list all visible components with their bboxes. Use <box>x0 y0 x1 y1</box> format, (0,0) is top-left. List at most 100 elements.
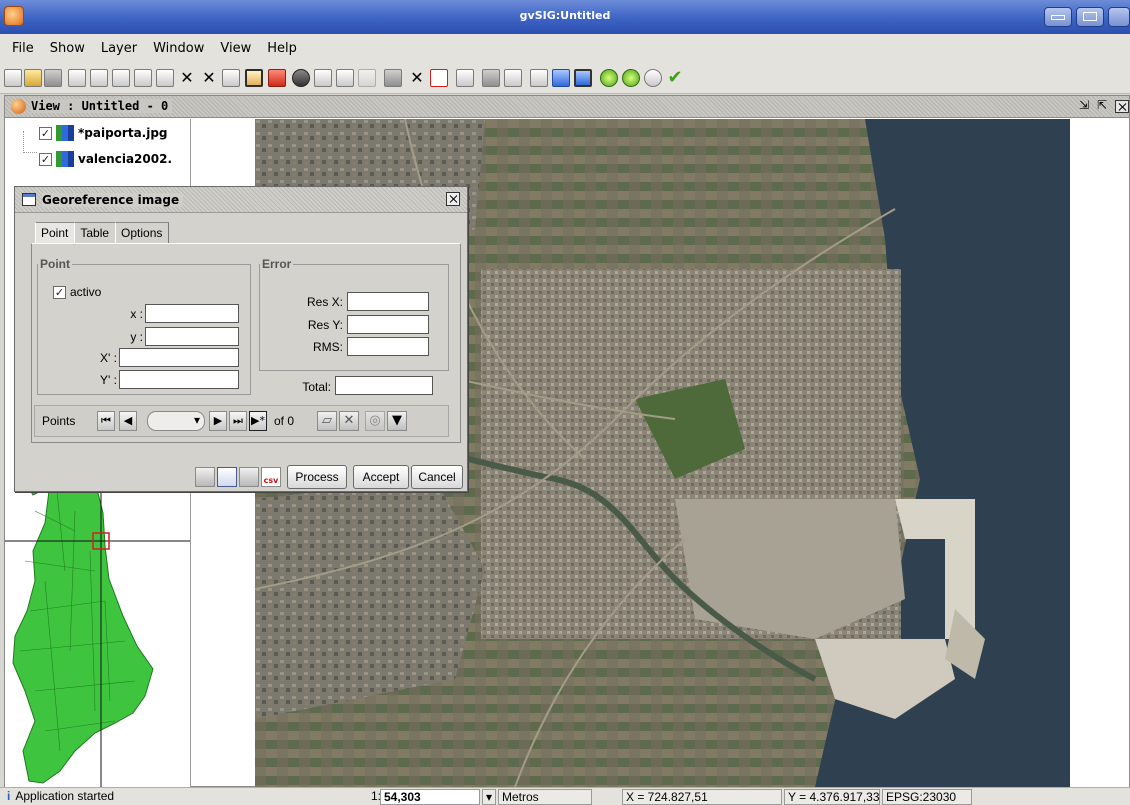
dialog-title: Georeference image <box>42 193 184 207</box>
new-project-icon[interactable] <box>4 69 22 87</box>
dialog-title-bar: Georeference image <box>15 187 467 213</box>
x-label: x : <box>130 307 143 321</box>
points-nav-bar: Points ⏮ ◀ ▶ ⏭ ▶* of 0 ▱ ✕ ◎ ▼ <box>34 405 449 437</box>
layout-icon[interactable] <box>574 69 592 87</box>
y-field[interactable] <box>145 327 239 346</box>
raster-layer-icon <box>56 151 74 167</box>
locator-icon[interactable] <box>456 69 474 87</box>
maximize-button[interactable] <box>1076 7 1104 27</box>
pan-icon[interactable] <box>245 69 263 87</box>
georef-icon[interactable] <box>358 69 376 87</box>
save-project-icon[interactable] <box>44 69 62 87</box>
print-icon[interactable] <box>552 69 570 87</box>
toolbar: ✕ ✕ ✕ ✔ <box>0 62 1130 94</box>
export-points-icon[interactable] <box>239 467 259 487</box>
layer-item[interactable]: ✓ *paiporta.jpg <box>39 123 168 143</box>
close-dialog-icon[interactable] <box>446 192 460 206</box>
menu-layer[interactable]: Layer <box>93 41 145 56</box>
title-bar: gvSIG:Untitled <box>0 0 1130 34</box>
open-project-icon[interactable] <box>24 69 42 87</box>
locator-map[interactable] <box>5 451 191 787</box>
full-extent-icon[interactable] <box>156 69 174 87</box>
zoom-select-icon[interactable]: ✕ <box>178 69 196 87</box>
y-prime-field[interactable] <box>119 370 239 389</box>
scale-input[interactable]: 54,303 <box>380 789 480 805</box>
select-icon[interactable] <box>268 69 286 87</box>
layer-name: *paiporta.jpg <box>78 126 168 140</box>
csv-export-icon[interactable]: csv <box>261 467 281 487</box>
zoom-previous-icon[interactable] <box>134 69 152 87</box>
menu-bar: File Show Layer Window View Help <box>0 34 1130 62</box>
load-points-icon[interactable] <box>217 467 237 487</box>
menu-window[interactable]: Window <box>145 41 212 56</box>
first-point-button[interactable]: ⏮ <box>97 411 115 431</box>
grid-icon[interactable] <box>504 69 522 87</box>
minimize-button[interactable] <box>1044 7 1072 27</box>
close-view-icon[interactable] <box>1115 100 1129 113</box>
menu-view[interactable]: View <box>212 41 259 56</box>
clear-icon[interactable]: ✕ <box>408 69 426 87</box>
x-prime-field[interactable] <box>119 348 239 367</box>
tab-point[interactable]: Point <box>35 222 76 244</box>
maximize-view-icon[interactable]: ⇱ <box>1097 98 1111 112</box>
rectangle-select-icon[interactable] <box>430 69 448 87</box>
point-selector[interactable] <box>147 411 205 431</box>
check-icon[interactable]: ✔ <box>666 69 684 87</box>
georeference-dialog: Georeference image Point Table Options P… <box>14 186 468 492</box>
layer-visible-checkbox[interactable]: ✓ <box>39 152 52 166</box>
next-point-button[interactable]: ▶ <box>209 411 227 431</box>
window-icon <box>22 193 36 206</box>
new-point-button[interactable]: ▶* <box>249 411 267 431</box>
view-title-bar: View : Untitled - 0 ⇲ ⇱ <box>5 96 1129 118</box>
layer-item[interactable]: ✓ valencia2002. <box>39 149 172 169</box>
x-field[interactable] <box>145 304 239 323</box>
scale-dropdown-icon[interactable]: ▾ <box>482 789 496 805</box>
zoom-layer-icon[interactable]: ✕ <box>200 69 218 87</box>
add-layer-icon[interactable] <box>68 69 86 87</box>
res-x-field[interactable] <box>347 292 429 311</box>
res-y-field[interactable] <box>347 315 429 334</box>
attribute-icon[interactable] <box>482 69 500 87</box>
save-points-icon[interactable] <box>195 467 215 487</box>
green-point-icon[interactable] <box>600 69 618 87</box>
units-field[interactable]: Metros <box>498 789 592 805</box>
zoom-back-icon[interactable] <box>222 69 240 87</box>
tab-table[interactable]: Table <box>74 222 117 244</box>
layer-visible-checkbox[interactable]: ✓ <box>39 126 52 140</box>
centered-point-icon[interactable]: ◎ <box>365 411 385 431</box>
menu-help[interactable]: Help <box>259 41 305 56</box>
last-point-button[interactable]: ⏭ <box>229 411 247 431</box>
process-button[interactable]: Process <box>287 465 347 489</box>
table-icon[interactable] <box>384 69 402 87</box>
cancel-button[interactable]: Cancel <box>411 465 463 489</box>
point-count: of 0 <box>274 414 295 428</box>
active-checkbox-row[interactable]: ✓ activo <box>53 285 101 299</box>
layer-name: valencia2002. <box>78 152 172 166</box>
menu-show[interactable]: Show <box>42 41 93 56</box>
zoom-in-icon[interactable] <box>90 69 108 87</box>
iconify-icon[interactable]: ⇲ <box>1079 98 1093 112</box>
measure-area-icon[interactable] <box>336 69 354 87</box>
close-window-button[interactable] <box>1108 7 1130 27</box>
search-icon[interactable] <box>644 69 662 87</box>
measure-distance-icon[interactable] <box>314 69 332 87</box>
tab-options[interactable]: Options <box>115 222 170 244</box>
res-x-label: Res X: <box>306 295 343 309</box>
accept-button[interactable]: Accept <box>353 465 409 489</box>
rms-field[interactable] <box>347 337 429 356</box>
window-title: gvSIG:Untitled <box>519 9 611 22</box>
total-field[interactable] <box>335 376 433 395</box>
points-label: Points <box>42 414 76 428</box>
y-coordinate: Y = 4.376.917,33 <box>784 789 880 805</box>
tools-icon[interactable] <box>530 69 548 87</box>
previous-point-button[interactable]: ◀ <box>119 411 137 431</box>
erase-point-icon[interactable]: ▱ <box>317 411 337 431</box>
x-coordinate: X = 724.827,51 <box>622 789 782 805</box>
more-options-icon[interactable]: ▼ <box>387 411 407 431</box>
zoom-out-icon[interactable] <box>112 69 130 87</box>
green-circle-icon[interactable] <box>622 69 640 87</box>
active-checkbox[interactable]: ✓ <box>53 285 66 299</box>
delete-point-icon[interactable]: ✕ <box>339 411 359 431</box>
info-icon[interactable] <box>292 69 310 87</box>
menu-file[interactable]: File <box>4 41 42 56</box>
